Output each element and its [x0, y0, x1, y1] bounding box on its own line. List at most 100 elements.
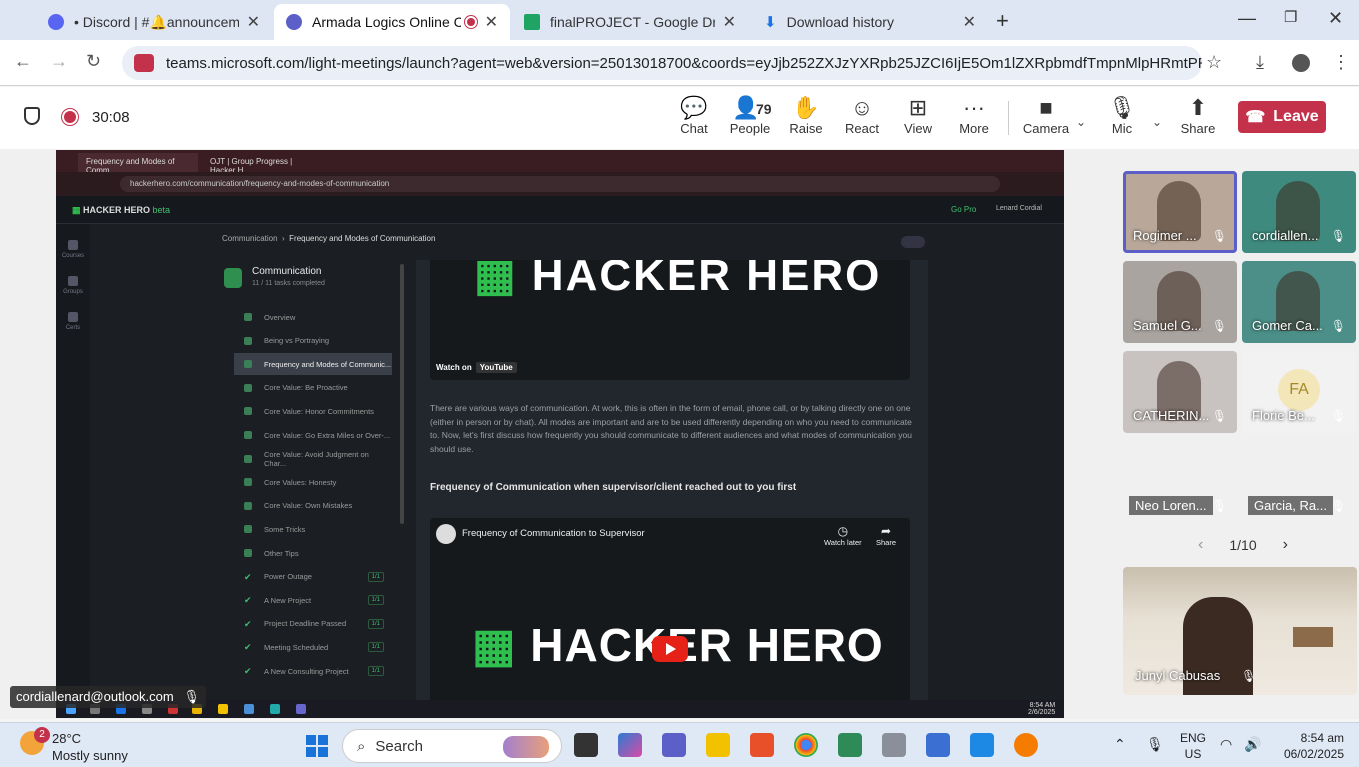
browser-tab-drive[interactable]: finalPROJECT - Google Drive ✕ [512, 4, 748, 40]
volume-icon[interactable]: 🔊 [1244, 736, 1261, 753]
browser-tab-downloads[interactable]: ⬇ Download history ✕ [752, 4, 988, 40]
back-icon[interactable]: ← [14, 51, 32, 72]
close-tab-icon[interactable]: ✕ [247, 12, 260, 32]
copilot-icon[interactable] [618, 733, 642, 757]
close-tab-icon[interactable]: ✕ [723, 12, 736, 32]
lesson-icon [244, 525, 252, 534]
participant-tile[interactable]: Neo Loren... 🎙 [1123, 463, 1237, 543]
lesson-paragraph: There are various ways of communication.… [430, 403, 912, 454]
mic-button[interactable]: 🎙 Mic [1094, 95, 1150, 136]
camera-icon: ■ [1039, 95, 1053, 120]
clock-icon: ◷ [837, 524, 849, 538]
forward-icon[interactable]: → [50, 51, 68, 72]
close-window-icon[interactable]: ✕ [1328, 8, 1343, 29]
site-info-icon[interactable] [134, 54, 154, 72]
participant-video-large[interactable]: Junyl Cabusas 🎙 [1123, 567, 1357, 695]
wifi-icon[interactable]: ◠ [1220, 736, 1232, 753]
close-tab-icon[interactable]: ✕ [963, 12, 976, 32]
file-explorer-icon[interactable] [706, 733, 730, 757]
windows-taskbar: 2 28°C Mostly sunny ⌕ Search ⌃ 🎙 ENG US ◠… [0, 722, 1359, 767]
tab-title: Download history [786, 14, 894, 30]
folder-icon [218, 704, 228, 714]
downloads-icon[interactable]: ⤓ [1256, 52, 1264, 73]
lesson-label: Meeting Scheduled [264, 642, 329, 652]
hh-mark-icon: ▦ [474, 260, 532, 300]
mic-off-icon: 🎙 [1330, 229, 1346, 243]
people-button[interactable]: 👤 79 People [722, 95, 778, 136]
weather-badge: 2 [34, 727, 50, 743]
mic-off-icon: 🎙 [1211, 319, 1227, 333]
participant-tile[interactable]: cordiallen... 🎙 [1242, 171, 1356, 253]
leave-button[interactable]: ☎ Leave [1238, 101, 1326, 133]
browser-tab-discord[interactable]: • Discord | #🔔announcements ✕ [36, 4, 272, 40]
hand-icon: ✋ [792, 95, 820, 120]
course-title: Communication [252, 266, 322, 277]
url-input[interactable]: teams.microsoft.com/light-meetings/launc… [122, 46, 1202, 80]
app-icon[interactable] [750, 733, 774, 757]
more-dots-icon: ··· [963, 95, 985, 120]
app-icon[interactable] [1014, 733, 1038, 757]
mic-off-icon: 🎙 [183, 689, 200, 704]
presenter-label: cordiallenard@outlook.com 🎙 [10, 686, 206, 708]
tab-title: Armada Logics Online Codi [312, 14, 461, 30]
reload-icon[interactable]: ↻ [86, 51, 101, 72]
view-button[interactable]: ⊞ View [890, 95, 946, 136]
camera-options-chevron-icon[interactable]: ⌄ [1076, 115, 1086, 129]
participant-tile[interactable]: Gomer Ca... 🎙 [1242, 261, 1356, 343]
taskbar-search[interactable]: ⌕ Search [342, 729, 562, 763]
chat-button[interactable]: 💬 Chat [666, 95, 722, 136]
chrome-icon[interactable] [794, 733, 818, 757]
android-studio-icon[interactable] [838, 733, 862, 757]
bookmark-star-icon[interactable]: ☆ [1206, 52, 1222, 73]
url-text: teams.microsoft.com/light-meetings/launc… [166, 54, 1202, 72]
mic-options-chevron-icon[interactable]: ⌄ [1152, 115, 1162, 129]
shared-user-name: Lenard Cordial [996, 205, 1042, 212]
lesson-label: Being vs Portraying [264, 336, 330, 346]
start-button[interactable] [306, 735, 328, 757]
profile-avatar[interactable] [1292, 54, 1310, 72]
video-embed-2: Frequency of Communication to Supervisor… [430, 518, 910, 702]
participant-tile[interactable]: Garcia, Ra... 🎙 [1242, 463, 1356, 543]
vscode-icon[interactable] [970, 733, 994, 757]
participant-name: Rogimer ... [1133, 228, 1197, 243]
lesson-label: Some Tricks [264, 524, 306, 534]
grid-icon: ⊞ [908, 95, 928, 120]
database-icon[interactable] [882, 733, 906, 757]
pager-prev-icon[interactable]: ‹ [1198, 536, 1203, 554]
lesson-badge: 1/1 [367, 595, 384, 606]
microphone-icon[interactable]: 🎙 [1146, 736, 1164, 753]
mic-off-icon: 🎙 [1241, 669, 1257, 683]
camera-button[interactable]: ■ Camera [1018, 95, 1074, 136]
new-tab-icon[interactable]: + [996, 8, 1009, 34]
browser-tab-teams[interactable]: Armada Logics Online Codi ✕ [274, 4, 510, 40]
react-button[interactable]: ☺ React [834, 95, 890, 136]
watch-on-youtube: Watch on YouTube [436, 362, 517, 373]
video-brand: ▦ HACKER HERO [474, 260, 881, 301]
participant-tile[interactable]: FA Florie Be... 🎙 [1242, 351, 1356, 433]
close-tab-icon[interactable]: ✕ [485, 12, 498, 32]
tray-chevron-up-icon[interactable]: ⌃ [1114, 736, 1126, 753]
language-indicator[interactable]: ENG US [1180, 730, 1206, 762]
lesson-label: A New Project [264, 595, 312, 605]
participant-pager: ‹ 1/10 › [1198, 536, 1288, 554]
mic-off-icon: 🎙 [1211, 499, 1227, 513]
minimize-icon[interactable]: — [1238, 8, 1256, 29]
pager-next-icon[interactable]: › [1283, 536, 1288, 554]
participant-name: Gomer Ca... [1252, 318, 1323, 333]
participant-tile[interactable]: CATHERIN... 🎙 [1123, 351, 1237, 433]
task-view-icon[interactable] [574, 733, 598, 757]
watch-later: ◷ Watch later [824, 524, 862, 547]
teams-icon[interactable] [662, 733, 686, 757]
participant-name: CATHERIN... [1133, 408, 1210, 423]
share-button[interactable]: ⬆ Share [1170, 95, 1226, 136]
participant-tile[interactable]: Samuel G... 🎙 [1123, 261, 1237, 343]
more-button[interactable]: ··· More [946, 95, 1002, 136]
shared-course-sidebar: Communication 11 / 11 tasks completed Ov… [216, 260, 406, 702]
lesson-heading: Frequency of Communication when supervis… [430, 482, 797, 493]
raise-hand-button[interactable]: ✋ Raise [778, 95, 834, 136]
menu-kebab-icon[interactable]: ⋮ [1332, 52, 1350, 73]
participant-tile[interactable]: Rogimer ... 🎙 [1123, 171, 1237, 253]
maximize-icon[interactable]: ❐ [1284, 8, 1297, 26]
taskbar-clock[interactable]: 8:54 am 06/02/2025 [1272, 730, 1344, 762]
virtualbox-icon[interactable] [926, 733, 950, 757]
